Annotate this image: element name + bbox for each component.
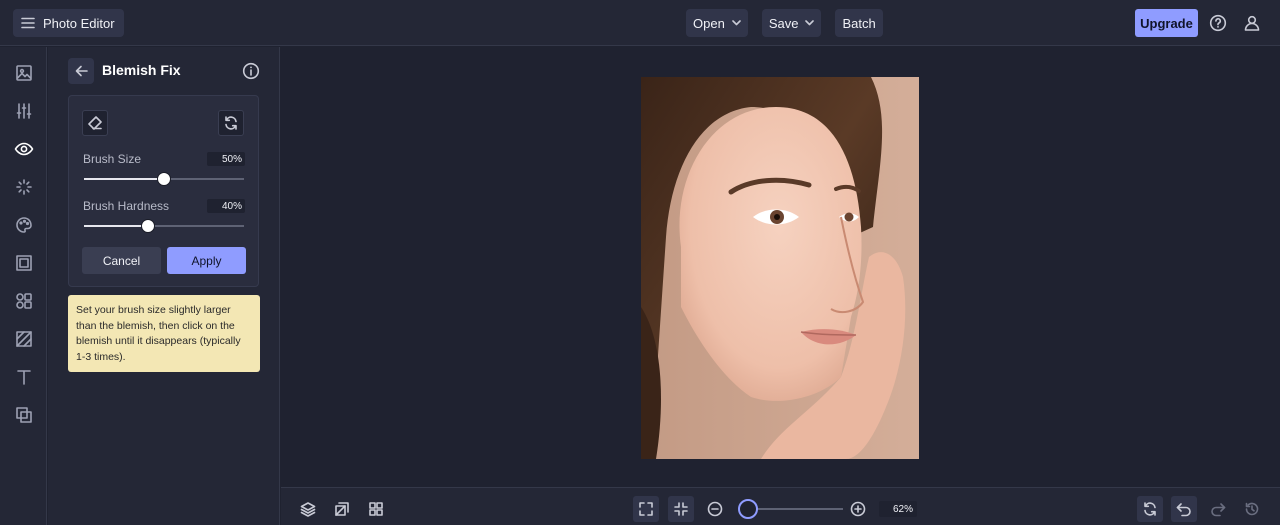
zoom-in-button[interactable] [845,496,871,522]
app-menu-button[interactable]: Photo Editor [13,9,124,37]
hamburger-icon [21,17,35,29]
redo-button[interactable] [1205,496,1231,522]
brush-settings-card: Brush Size 50% Brush Hardness 40% Cancel… [68,95,259,287]
rail-item-touch-up[interactable] [12,137,36,161]
file-menu-group: Open Save Batch [686,9,883,37]
reset-image-button[interactable] [1137,496,1163,522]
help-button[interactable] [1206,11,1230,35]
zoom-out-button[interactable] [702,496,728,522]
chevron-down-icon [805,20,815,26]
open-button[interactable]: Open [686,9,748,37]
undo-button[interactable] [1171,496,1197,522]
account-button[interactable] [1240,11,1264,35]
zoom-slider-handle[interactable] [738,499,758,519]
rail-item-frames[interactable] [12,251,36,275]
save-label: Save [768,15,799,31]
save-button[interactable]: Save [761,9,822,37]
eraser-icon [88,116,102,130]
info-icon [242,62,260,80]
app-title: Photo Editor [43,15,115,31]
rail-item-image[interactable] [12,61,36,85]
cancel-button[interactable]: Cancel [82,247,161,274]
top-bar: Photo Editor Open Save Batch Upgrade [0,0,1280,46]
tip-box: Set your brush size slightly larger than… [68,295,260,372]
photo[interactable] [641,77,919,459]
grid-button[interactable] [363,496,389,522]
zoom-slider[interactable] [747,508,843,510]
bottom-toolbar: 62% [281,487,1280,525]
open-label: Open [693,15,725,31]
arrow-left-icon [75,65,88,77]
info-button[interactable] [242,62,260,80]
sliders-icon [16,103,32,119]
blemish-fix-panel: Blemish Fix Brush Size 50% Brush Hardnes… [48,47,280,525]
brush-size-slider-fill [84,178,164,180]
rail-item-artsy[interactable] [12,213,36,237]
brush-size-label: Brush Size [83,152,142,166]
undo-icon [1176,503,1191,517]
chevron-down-icon [732,20,741,26]
brush-size-slider[interactable] [84,172,244,186]
text-icon [17,370,31,385]
image-canvas[interactable] [281,47,1280,487]
shrink-icon [674,502,688,516]
layers-button[interactable] [295,496,321,522]
help-icon [1209,14,1227,32]
reset-icon [225,116,237,130]
panel-title: Blemish Fix [102,62,181,78]
brush-hardness-slider[interactable] [84,219,244,233]
zoom-out-icon [707,501,723,517]
upgrade-button[interactable]: Upgrade [1135,9,1198,37]
history-button[interactable] [1239,496,1265,522]
batch-button[interactable]: Batch [835,9,883,37]
back-button[interactable] [68,58,94,84]
brush-hardness-value[interactable]: 40% [207,199,245,213]
eye-icon [14,142,34,156]
layers-icon [300,502,316,517]
rail-item-overlays[interactable] [12,403,36,427]
brush-size-slider-handle[interactable] [157,172,171,186]
image-icon [16,65,32,81]
user-icon [1244,15,1260,31]
rail-item-adjust[interactable] [12,99,36,123]
brush-size-value[interactable]: 50% [207,152,245,166]
tool-rail [0,47,47,525]
actual-size-button[interactable] [668,496,694,522]
texture-icon [16,331,32,347]
batch-label: Batch [842,15,876,31]
apply-button[interactable]: Apply [167,247,246,274]
rail-item-textures[interactable] [12,327,36,351]
redo-icon [1211,503,1226,517]
brush-hardness-slider-handle[interactable] [141,219,155,233]
history-icon [1245,502,1259,516]
rail-item-elements[interactable] [12,289,36,313]
zoom-in-icon [850,501,866,517]
rail-item-effects[interactable] [12,175,36,199]
grid-icon [369,502,383,516]
sparkle-icon [16,179,32,195]
brush-hardness-label: Brush Hardness [83,199,170,213]
palette-icon [16,217,32,233]
rail-item-text[interactable] [12,365,36,389]
overlay-icon [16,407,32,423]
refresh-icon [1144,502,1156,516]
zoom-value[interactable]: 62% [879,501,917,517]
brush-hardness-slider-fill [84,225,148,227]
shapes-icon [16,293,32,309]
compare-icon [335,502,349,516]
portrait-image [641,77,919,459]
frame-icon [16,255,32,271]
compare-button[interactable] [329,496,355,522]
eraser-button[interactable] [82,110,108,136]
fit-screen-button[interactable] [633,496,659,522]
expand-icon [639,502,653,516]
reset-button[interactable] [218,110,244,136]
